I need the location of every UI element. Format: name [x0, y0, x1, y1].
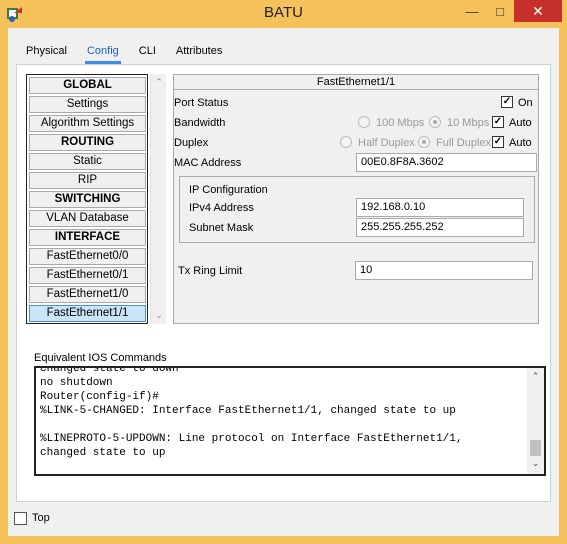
tab-cli[interactable]: CLI	[129, 42, 166, 62]
title-bar: BATU — □ ✕	[0, 0, 567, 28]
half-duplex-radio[interactable]	[340, 136, 352, 148]
bandwidth-label: Bandwidth	[174, 117, 226, 129]
duplex-auto-checkbox[interactable]: ✓	[492, 136, 504, 148]
bandwidth-100-label: 100 Mbps	[376, 117, 425, 129]
scroll-up-icon[interactable]: ⌃	[527, 371, 544, 382]
scroll-down-icon[interactable]: ⌄	[527, 458, 544, 469]
sidebar-item-rip[interactable]: RIP	[29, 172, 146, 189]
full-duplex-label: Full Duplex	[436, 137, 492, 149]
tab-physical[interactable]: Physical	[16, 42, 77, 62]
sidebar-item-static[interactable]: Static	[29, 153, 146, 170]
subnet-mask-label: Subnet Mask	[189, 222, 254, 234]
equivalent-ios-commands-label: Equivalent IOS Commands	[34, 352, 167, 364]
top-checkbox[interactable]	[14, 512, 27, 525]
mac-address-field[interactable]: 00E0.8F8A.3602	[356, 153, 537, 172]
sidebar-header-switching: SWITCHING	[29, 191, 146, 208]
console-output: changed state to down no shutdown Router…	[40, 366, 463, 459]
ip-configuration-group: IP Configuration IPv4 Address 192.168.0.…	[179, 176, 535, 243]
tx-ring-limit-label: Tx Ring Limit	[178, 265, 243, 277]
maximize-button[interactable]: □	[486, 0, 514, 22]
tab-bar: Physical Config CLI Attributes	[16, 42, 232, 64]
sidebar-item-vlan-database[interactable]: VLAN Database	[29, 210, 146, 227]
bandwidth-auto-checkbox[interactable]: ✓	[492, 116, 504, 128]
sidebar-scrollbar[interactable]: ⌃ ⌄	[150, 74, 166, 324]
tx-ring-limit-field[interactable]: 10	[355, 261, 533, 280]
bandwidth-100-radio[interactable]	[358, 116, 370, 128]
console-scrollbar[interactable]: ⌃ ⌄	[527, 368, 544, 474]
window-content: Physical Config CLI Attributes GLOBAL Se…	[8, 28, 559, 536]
half-duplex-label: Half Duplex	[358, 137, 415, 149]
scroll-thumb[interactable]	[530, 440, 541, 456]
ipv4-address-field[interactable]: 192.168.0.10	[356, 198, 524, 217]
config-sidebar: GLOBAL Settings Algorithm Settings ROUTI…	[26, 74, 148, 324]
scroll-up-icon[interactable]: ⌃	[151, 77, 167, 88]
close-button[interactable]: ✕	[514, 0, 562, 22]
minimize-button[interactable]: —	[458, 0, 486, 22]
duplex-label: Duplex	[174, 137, 209, 149]
sidebar-header-interface: INTERFACE	[29, 229, 146, 246]
top-label: Top	[32, 512, 50, 524]
duplex-auto-label: Auto	[509, 137, 532, 149]
sidebar-item-fastethernet1-1[interactable]: FastEthernet1/1	[29, 305, 146, 322]
bandwidth-auto-label: Auto	[509, 117, 532, 129]
config-panel: GLOBAL Settings Algorithm Settings ROUTI…	[16, 64, 551, 502]
tab-config[interactable]: Config	[77, 42, 129, 64]
sidebar-item-algorithm-settings[interactable]: Algorithm Settings	[29, 115, 146, 132]
interface-settings: FastEthernet1/1 Port Status ✓ On Bandwid…	[173, 74, 539, 324]
sidebar-header-global: GLOBAL	[29, 77, 146, 94]
ipv4-address-label: IPv4 Address	[189, 202, 254, 214]
interface-title: FastEthernet1/1	[174, 75, 538, 90]
ios-commands-console[interactable]: changed state to down no shutdown Router…	[34, 366, 546, 476]
sidebar-item-fastethernet0-0[interactable]: FastEthernet0/0	[29, 248, 146, 265]
sidebar-item-fastethernet1-0[interactable]: FastEthernet1/0	[29, 286, 146, 303]
bandwidth-10-radio[interactable]	[429, 116, 441, 128]
scroll-down-icon[interactable]: ⌄	[151, 310, 167, 321]
sidebar-header-routing: ROUTING	[29, 134, 146, 151]
sidebar-item-settings[interactable]: Settings	[29, 96, 146, 113]
port-status-on-label: On	[518, 97, 533, 109]
port-status-checkbox[interactable]: ✓	[501, 96, 513, 108]
port-status-label: Port Status	[174, 97, 229, 109]
bandwidth-10-label: 10 Mbps	[447, 117, 490, 129]
mac-address-label: MAC Address	[174, 157, 242, 169]
ip-configuration-title: IP Configuration	[189, 184, 268, 196]
full-duplex-radio[interactable]	[418, 136, 430, 148]
subnet-mask-field[interactable]: 255.255.255.252	[356, 218, 524, 237]
sidebar-item-fastethernet0-1[interactable]: FastEthernet0/1	[29, 267, 146, 284]
tab-attributes[interactable]: Attributes	[166, 42, 232, 62]
